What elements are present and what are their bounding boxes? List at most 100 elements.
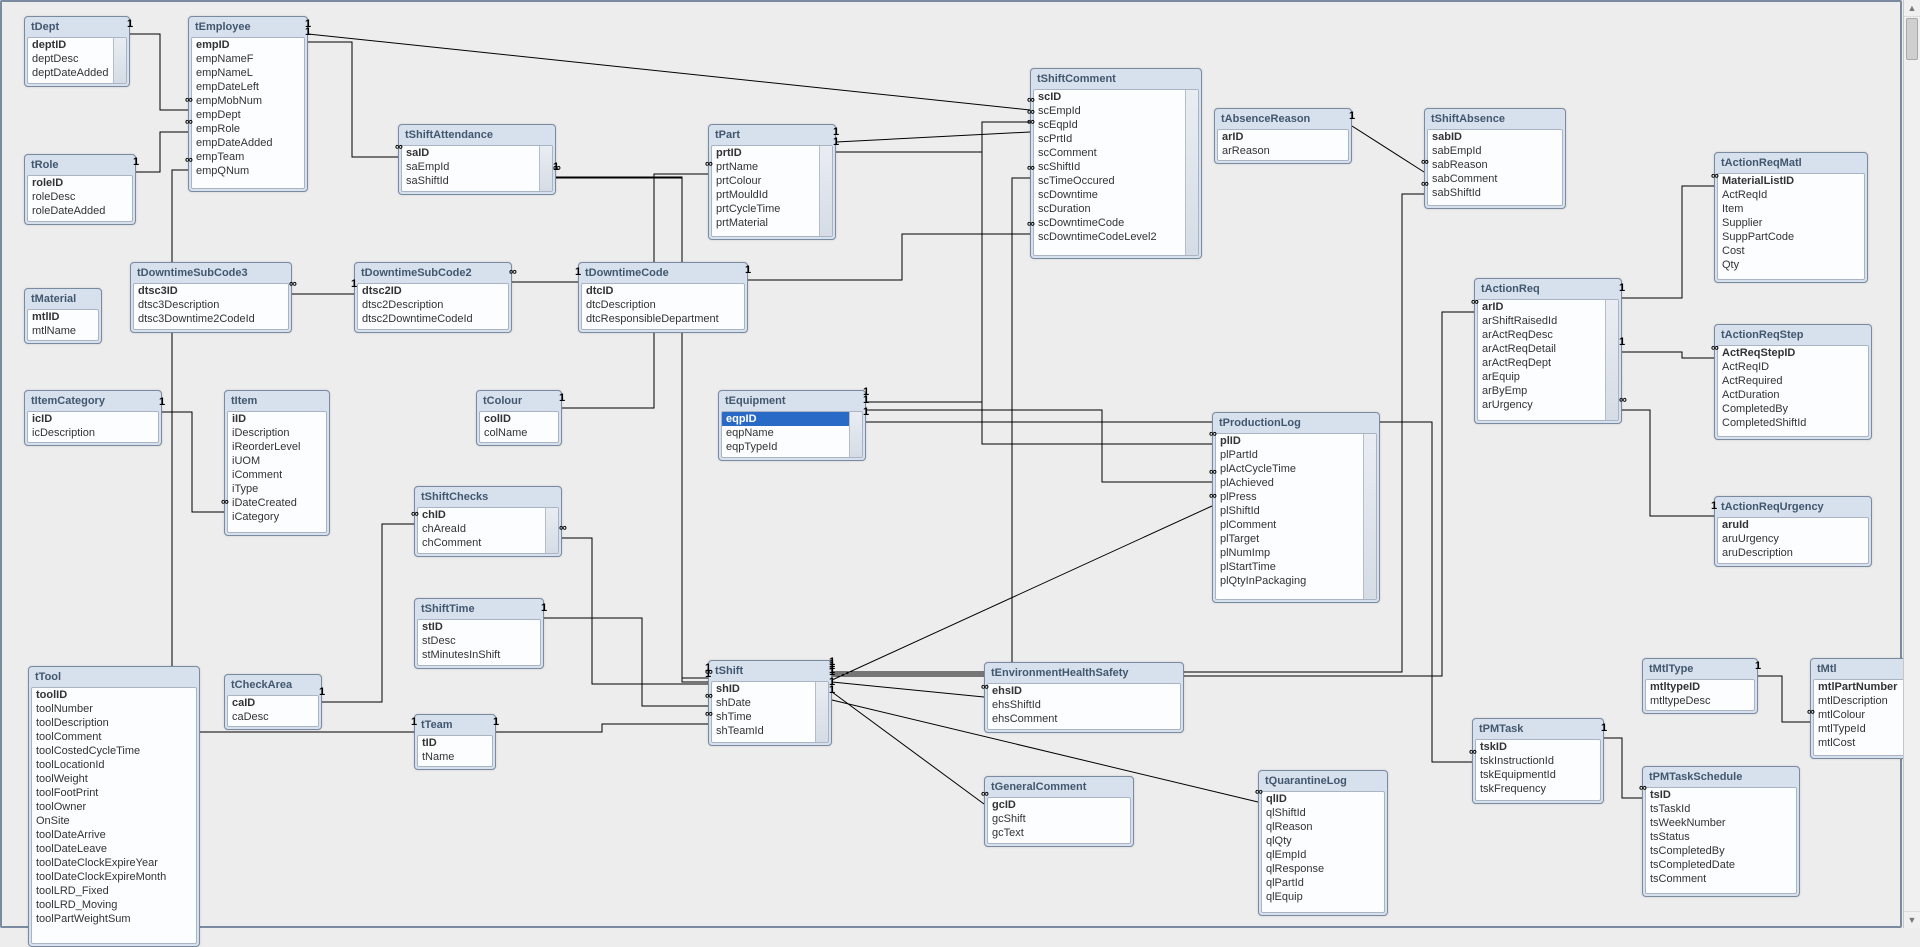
table-tAbsenceReason[interactable]: tAbsenceReasonarIDarReason	[1214, 108, 1352, 164]
field[interactable]: aruDescription	[1718, 546, 1868, 560]
field[interactable]: prtID	[712, 146, 832, 160]
field-list[interactable]: icIDicDescription	[27, 411, 159, 443]
field[interactable]: arByEmp	[1478, 384, 1618, 398]
field-list[interactable]: gcIDgcShiftgcText	[987, 797, 1131, 844]
table-tGeneralComment[interactable]: tGeneralCommentgcIDgcShiftgcText	[984, 776, 1134, 847]
table-title[interactable]: tRole	[27, 157, 133, 175]
field-list[interactable]: mtltypeIDmtltypeDesc	[1645, 679, 1755, 711]
field[interactable]: ActReqStepID	[1718, 346, 1868, 360]
field[interactable]: qlPartId	[1262, 876, 1384, 890]
field-list[interactable]: mtlIDmtlName	[27, 309, 99, 341]
field[interactable]: CompletedBy	[1718, 402, 1868, 416]
field[interactable]: toolLocationId	[32, 758, 196, 772]
table-title[interactable]: tActionReqUrgency	[1717, 499, 1869, 517]
field[interactable]: iDateCreated	[228, 496, 326, 510]
field[interactable]: plAchieved	[1216, 476, 1376, 490]
field[interactable]: stDesc	[418, 634, 540, 648]
field-list[interactable]: dtcIDdtcDescriptiondtcResponsibleDepartm…	[581, 283, 745, 330]
table-title[interactable]: tEmployee	[191, 19, 305, 37]
table-tShiftChecks[interactable]: tShiftCheckschIDchAreaIdchComment	[414, 486, 562, 557]
field[interactable]: mtlColour	[1814, 708, 1906, 722]
field[interactable]: dtsc2ID	[358, 284, 508, 298]
field[interactable]: chAreaId	[418, 522, 558, 536]
field-list[interactable]: scIDscEmpIdscEqpIdscPrtIdscCommentscShif…	[1033, 89, 1199, 256]
field[interactable]: eqpName	[722, 426, 862, 440]
field[interactable]: scDowntimeCode	[1034, 216, 1198, 230]
field[interactable]: toolDateArrive	[32, 828, 196, 842]
field[interactable]: plPartId	[1216, 448, 1376, 462]
field[interactable]: dtcDescription	[582, 298, 744, 312]
field[interactable]: empMobNum	[192, 94, 304, 108]
field-list[interactable]: tskIDtskInstructionIdtskEquipmentIdtskFr…	[1475, 739, 1601, 801]
field[interactable]: plID	[1216, 434, 1376, 448]
table-tProductionLog[interactable]: tProductionLogplIDplPartIdplActCycleTime…	[1212, 412, 1380, 603]
field-list[interactable]: dtsc3IDdtsc3Descriptiondtsc3Downtime2Cod…	[133, 283, 289, 330]
field[interactable]: toolLRD_Moving	[32, 898, 196, 912]
field[interactable]: plPress	[1216, 490, 1376, 504]
field[interactable]: caID	[228, 696, 318, 710]
field[interactable]: tName	[418, 750, 492, 764]
field[interactable]: plComment	[1216, 518, 1376, 532]
field[interactable]: tskID	[1476, 740, 1600, 754]
field[interactable]: mtltypeID	[1646, 680, 1754, 694]
field[interactable]: toolLRD_Fixed	[32, 884, 196, 898]
field[interactable]: tsWeekNumber	[1646, 816, 1796, 830]
table-title[interactable]: tPMTaskSchedule	[1645, 769, 1797, 787]
field[interactable]: dtsc3Description	[134, 298, 288, 312]
field[interactable]: qlShiftId	[1262, 806, 1384, 820]
scroll-down-arrow[interactable]: ▼	[1904, 911, 1920, 928]
field[interactable]: roleDateAdded	[28, 204, 132, 218]
field[interactable]: dtcResponsibleDepartment	[582, 312, 744, 326]
table-tPMTaskSchedule[interactable]: tPMTaskScheduletsIDtsTaskIdtsWeekNumbert…	[1642, 766, 1800, 897]
table-title[interactable]: tCheckArea	[227, 677, 319, 695]
field[interactable]: arShiftRaisedId	[1478, 314, 1618, 328]
field-list[interactable]: shIDshDateshTimeshTeamId	[711, 681, 829, 743]
field[interactable]: prtColour	[712, 174, 832, 188]
field[interactable]: saShiftId	[402, 174, 552, 188]
field-list[interactable]: mtlPartNumbermtlDescriptionmtlColourmtlT…	[1813, 679, 1907, 756]
field[interactable]: mtlDescription	[1814, 694, 1906, 708]
field[interactable]: sabEmpId	[1428, 144, 1562, 158]
field[interactable]: saEmpId	[402, 160, 552, 174]
table-tCheckArea[interactable]: tCheckAreacaIDcaDesc	[224, 674, 322, 730]
field-list[interactable]: tIDtName	[417, 735, 493, 767]
field-list[interactable]: iIDiDescriptioniReorderLeveliUOMiComment…	[227, 411, 327, 533]
field[interactable]: Supplier	[1718, 216, 1864, 230]
field[interactable]: icID	[28, 412, 158, 426]
field[interactable]: aruId	[1718, 518, 1868, 532]
table-title[interactable]: tShiftAttendance	[401, 127, 553, 145]
relationships-canvas[interactable]: tDeptdeptIDdeptDescdeptDateAddedtEmploye…	[0, 0, 1902, 928]
table-title[interactable]: tItem	[227, 393, 327, 411]
field[interactable]: caDesc	[228, 710, 318, 724]
table-title[interactable]: tShiftAbsence	[1427, 111, 1563, 129]
field[interactable]: plActCycleTime	[1216, 462, 1376, 476]
field[interactable]: dtcID	[582, 284, 744, 298]
field[interactable]: ehsComment	[988, 712, 1180, 726]
field[interactable]: deptDateAdded	[28, 66, 126, 80]
field[interactable]: empDateLeft	[192, 80, 304, 94]
field[interactable]: toolDateClockExpireYear	[32, 856, 196, 870]
field[interactable]: roleDesc	[28, 190, 132, 204]
field[interactable]: prtName	[712, 160, 832, 174]
field[interactable]: plQtyInPackaging	[1216, 574, 1376, 588]
field-list[interactable]: sabIDsabEmpIdsabReasonsabCommentsabShift…	[1427, 129, 1563, 206]
field[interactable]: empDept	[192, 108, 304, 122]
field-list[interactable]: qlIDqlShiftIdqlReasonqlQtyqlEmpIdqlRespo…	[1261, 791, 1385, 913]
field[interactable]: tskEquipmentId	[1476, 768, 1600, 782]
field[interactable]: shID	[712, 682, 828, 696]
field[interactable]: sabShiftId	[1428, 186, 1562, 200]
field[interactable]: tskInstructionId	[1476, 754, 1600, 768]
table-title[interactable]: tTool	[31, 669, 197, 687]
field[interactable]: arActReqDesc	[1478, 328, 1618, 342]
field[interactable]: eqpID	[722, 412, 862, 426]
table-tMtl[interactable]: tMtlmtlPartNumbermtlDescriptionmtlColour…	[1810, 658, 1910, 759]
field[interactable]: arID	[1218, 130, 1348, 144]
field-list[interactable]: toolIDtoolNumbertoolDescriptiontoolComme…	[31, 687, 197, 944]
field[interactable]: scTimeOccured	[1034, 174, 1198, 188]
field[interactable]: chComment	[418, 536, 558, 550]
table-title[interactable]: tItemCategory	[27, 393, 159, 411]
field[interactable]: scID	[1034, 90, 1198, 104]
table-title[interactable]: tMtl	[1813, 661, 1907, 679]
table-tEquipment[interactable]: tEquipmenteqpIDeqpNameeqpTypeId	[718, 390, 866, 461]
field[interactable]: toolFootPrint	[32, 786, 196, 800]
